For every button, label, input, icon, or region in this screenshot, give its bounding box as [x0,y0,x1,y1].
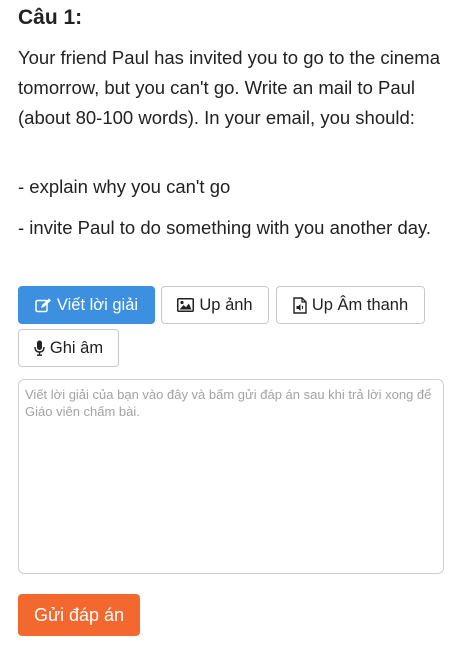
upload-audio-label: Up Âm thanh [311,295,409,314]
question-prompt: Your friend Paul has invited you to go t… [18,47,441,128]
write-answer-label: Viết lời giải [56,295,139,314]
upload-audio-button[interactable]: Up Âm thanh [276,286,425,324]
submit-answer-button[interactable]: Gửi đáp án [18,594,140,636]
upload-image-button[interactable]: Up ảnh [161,286,269,324]
question-point-2: - invite Paul to do something with you a… [18,217,432,238]
upload-image-label: Up ảnh [199,295,253,314]
answer-textarea[interactable] [18,379,444,574]
audio-file-icon [293,296,307,314]
microphone-icon [34,340,45,356]
record-audio-label: Ghi âm [49,338,104,357]
question-point-1: - explain why you can't go [18,176,231,197]
record-audio-button[interactable]: Ghi âm [18,329,119,367]
edit-icon [35,298,52,313]
image-icon [177,298,195,312]
write-answer-button[interactable]: Viết lời giải [18,286,155,324]
question-title: Câu 1: [18,6,83,29]
